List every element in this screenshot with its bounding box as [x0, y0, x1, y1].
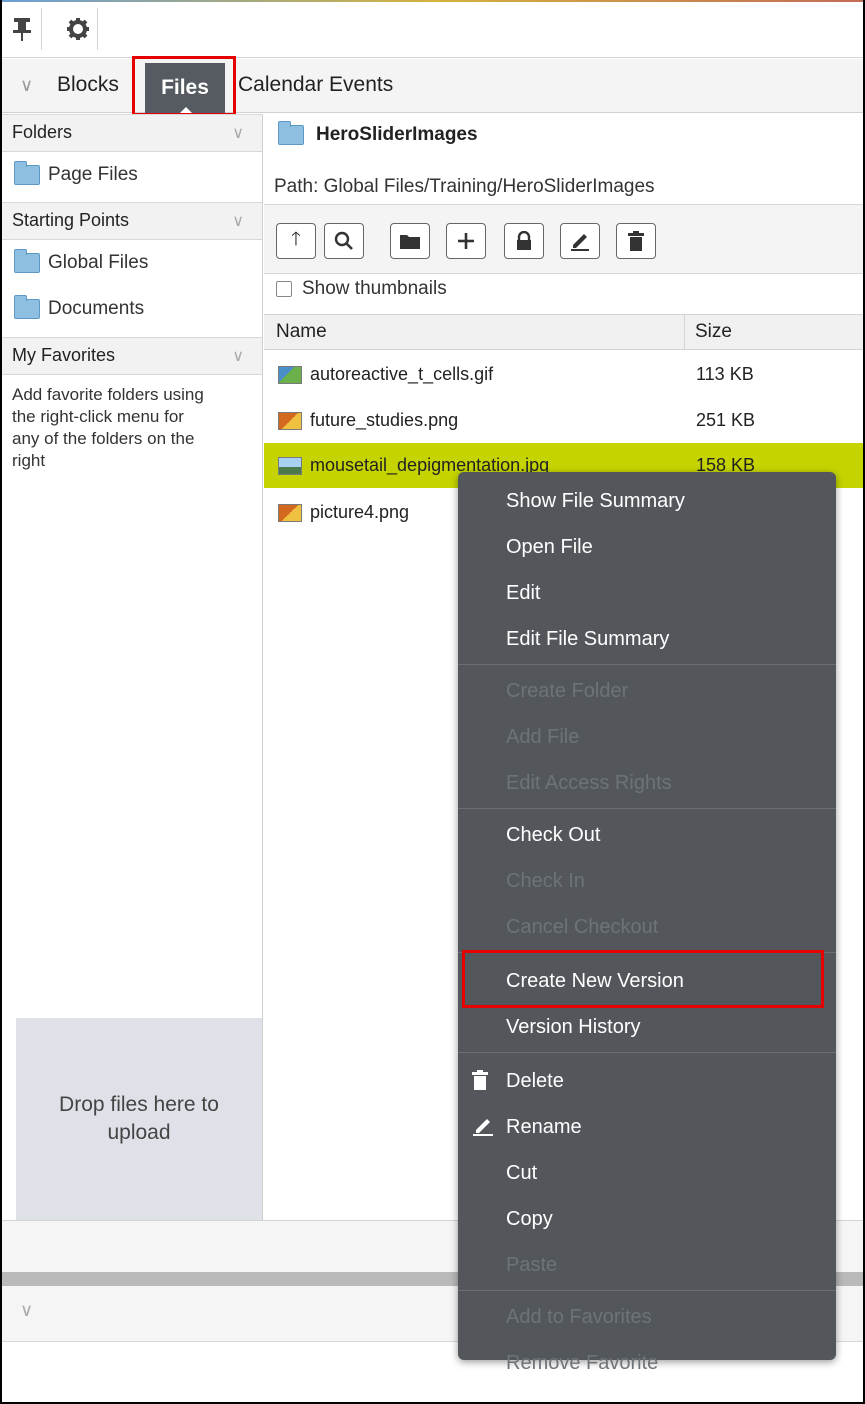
png-file-icon — [278, 411, 302, 430]
menu-cut[interactable]: Cut — [506, 1162, 537, 1185]
menu-open-file[interactable]: Open File — [506, 536, 593, 559]
menu-version-history[interactable]: Version History — [506, 1016, 641, 1039]
folders-header-label: Folders — [12, 122, 73, 142]
lock-icon[interactable] — [504, 223, 544, 259]
menu-add-file: Add File — [506, 726, 580, 748]
rename-icon — [472, 1116, 494, 1142]
file-name: future_studies.png — [310, 410, 459, 430]
menu-remove-favorite: Remove Favorite — [506, 1352, 659, 1374]
folder-path: Path: Global Files/Training/HeroSliderIm… — [274, 176, 655, 197]
menu-rename[interactable]: Rename — [506, 1116, 582, 1139]
menu-create-folder: Create Folder — [506, 680, 629, 702]
search-icon[interactable] — [324, 223, 364, 259]
drop-zone-label: Drop files here to upload — [59, 1093, 219, 1144]
action-toolbar: 🡑 — [264, 204, 863, 274]
folder-page-files[interactable]: Page Files — [14, 158, 138, 192]
menu-divider — [458, 808, 836, 809]
chevron-down-icon: ∨ — [232, 125, 244, 142]
folder-label: Global Files — [48, 252, 149, 273]
chevron-down-icon: ∨ — [232, 348, 244, 365]
rename-icon[interactable] — [560, 223, 600, 259]
menu-check-out[interactable]: Check Out — [506, 824, 600, 847]
folder-icon — [14, 161, 40, 185]
menu-add-to-favorites: Add to Favorites — [506, 1306, 652, 1328]
top-toolbar — [2, 2, 863, 58]
folders-header[interactable]: Folders ∨ — [2, 114, 262, 152]
menu-divider — [458, 1052, 836, 1053]
column-name[interactable]: Name — [276, 321, 327, 343]
chevron-down-icon[interactable]: ∨ — [20, 1300, 33, 1321]
jpg-file-icon — [278, 456, 302, 475]
file-row[interactable]: future_studies.png 251 KB — [264, 398, 863, 443]
tab-blocks[interactable]: Blocks — [57, 73, 119, 97]
column-size[interactable]: Size — [684, 315, 742, 349]
drop-zone[interactable]: Drop files here to upload — [16, 1018, 262, 1220]
plus-icon[interactable] — [446, 223, 486, 259]
my-favorites-label: My Favorites — [12, 345, 116, 365]
file-name: autoreactive_t_cells.gif — [310, 364, 494, 384]
show-thumbnails-checkbox[interactable]: Show thumbnails — [276, 278, 447, 300]
starting-points-label: Starting Points — [12, 210, 130, 230]
folder-icon — [14, 249, 40, 273]
menu-edit-file-summary[interactable]: Edit File Summary — [506, 628, 669, 651]
png-file-icon — [278, 503, 302, 522]
file-grid-header: Name Size — [264, 314, 863, 350]
menu-edit-access-rights: Edit Access Rights — [506, 772, 672, 794]
trash-icon — [472, 1070, 488, 1096]
file-row[interactable]: autoreactive_t_cells.gif 113 KB — [264, 352, 863, 397]
favorites-help-text: Add favorite folders using the right-cli… — [12, 385, 204, 470]
up-arrow-icon[interactable]: 🡑 — [276, 223, 316, 259]
create-version-highlight — [462, 950, 824, 1008]
menu-cancel-checkout: Cancel Checkout — [506, 916, 659, 938]
menu-show-file-summary[interactable]: Show File Summary — [506, 490, 685, 513]
menu-divider — [458, 664, 836, 665]
chevron-down-icon[interactable]: ∨ — [20, 75, 33, 96]
folder-label: Documents — [48, 298, 145, 319]
left-panel: Folders ∨ Page Files Starting Points ∨ G… — [2, 114, 263, 1220]
chevron-down-icon: ∨ — [232, 213, 244, 230]
files-tab-highlight — [132, 56, 236, 116]
current-folder: HeroSliderImages — [278, 121, 478, 146]
file-size: 251 KB — [696, 410, 756, 430]
folder-documents[interactable]: Documents — [14, 292, 144, 326]
menu-paste: Paste — [506, 1254, 558, 1276]
menu-delete[interactable]: Delete — [506, 1070, 564, 1093]
trash-icon[interactable] — [616, 223, 656, 259]
gif-file-icon — [278, 365, 302, 384]
checkbox[interactable] — [276, 281, 292, 297]
menu-divider — [458, 1290, 836, 1291]
my-favorites-header[interactable]: My Favorites ∨ — [2, 337, 262, 375]
menu-check-in: Check In — [506, 870, 585, 892]
tab-calendar-events[interactable]: Calendar Events — [238, 73, 393, 97]
folder-icon[interactable] — [390, 223, 430, 259]
menu-edit[interactable]: Edit — [506, 582, 540, 605]
app-window: ∨ Blocks Files Calendar Events Folders ∨… — [0, 0, 865, 1404]
context-menu: Show File Summary Open File Edit Edit Fi… — [458, 472, 836, 1360]
menu-copy[interactable]: Copy — [506, 1208, 553, 1231]
file-size: 113 KB — [696, 364, 754, 384]
starting-points-header[interactable]: Starting Points ∨ — [2, 202, 262, 240]
folder-global-files[interactable]: Global Files — [14, 246, 148, 280]
folder-icon — [14, 295, 40, 319]
current-folder-name: HeroSliderImages — [316, 124, 478, 145]
folder-icon — [278, 121, 304, 145]
pin-icon[interactable] — [2, 8, 42, 50]
show-thumbnails-label: Show thumbnails — [302, 278, 447, 299]
gear-icon[interactable] — [58, 8, 98, 50]
folder-label: Page Files — [48, 164, 138, 185]
